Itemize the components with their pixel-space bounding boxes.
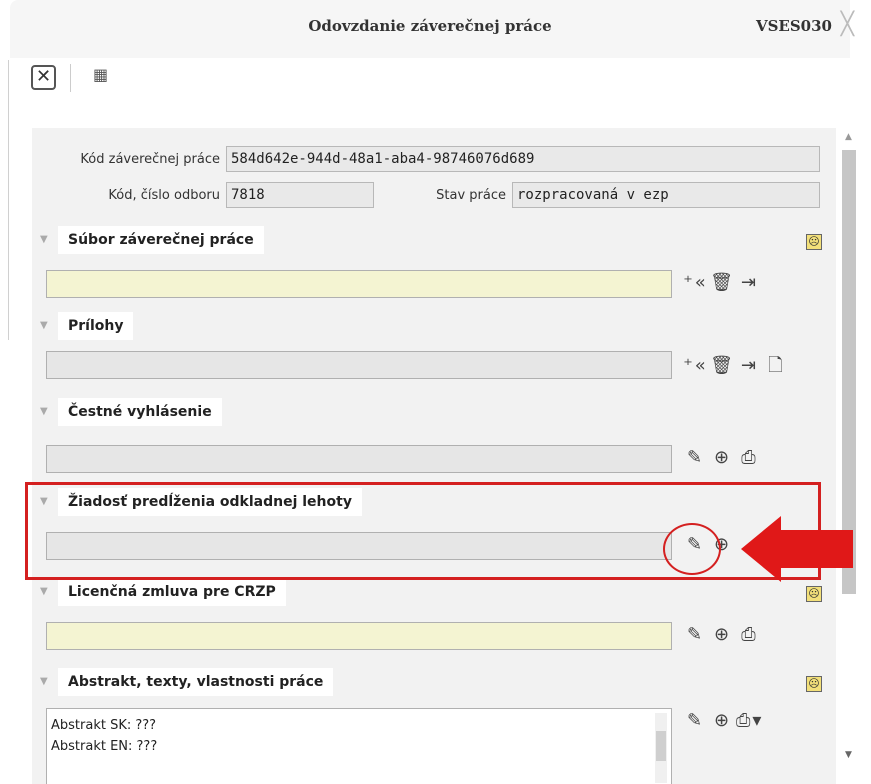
section-subor: ▼ Súbor záverečnej práce ☹ xyxy=(32,226,836,256)
kod-prace-label: Kód záverečnej práce xyxy=(80,152,220,167)
stav-prace-field[interactable]: rozpracovaná v ezp xyxy=(512,182,820,208)
toolbar-divider xyxy=(70,64,71,92)
section-title: Súbor záverečnej práce xyxy=(58,226,264,254)
window-titlebar: Odovzdanie záverečnej práce VSES030 ╳ xyxy=(10,0,854,59)
section-licencna: ▼ Licenčná zmluva pre CRZP ☹ xyxy=(32,578,836,608)
zoom-in-icon[interactable]: ⊕ xyxy=(709,710,736,731)
import-icon[interactable]: ⇥ xyxy=(736,355,763,376)
kod-prace-field[interactable]: 584d642e-944d-48a1-aba4-98746076d689 xyxy=(226,146,820,172)
collapse-arrow-icon[interactable]: ▼ xyxy=(40,234,48,245)
prilohy-actions: ⁺« 🗑 ⇥ 🗋 xyxy=(682,353,790,383)
window-code: VSES030 xyxy=(755,17,832,35)
section-cestne: ▼ Čestné vyhlásenie xyxy=(32,398,836,428)
section-title: Abstrakt, texty, vlastnosti práce xyxy=(58,668,334,696)
section-abstrakt: ▼ Abstrakt, texty, vlastnosti práce ☹ xyxy=(32,668,836,698)
scroll-up-icon[interactable]: ▲ xyxy=(845,132,852,142)
cestne-input[interactable] xyxy=(46,445,672,473)
panel-scrollbar[interactable]: ▲ ▼ xyxy=(840,128,858,784)
print-icon[interactable]: ⎙ xyxy=(736,447,763,468)
section-title: Čestné vyhlásenie xyxy=(58,398,222,426)
abstrakt-textarea[interactable]: Abstrakt SK: ??? Abstrakt EN: ??? xyxy=(46,708,672,784)
sad-face-icon: ☹ xyxy=(806,586,822,602)
textarea-scrollbar[interactable] xyxy=(655,713,667,783)
subor-input[interactable] xyxy=(46,270,672,298)
scroll-down-icon[interactable]: ▼ xyxy=(845,750,852,760)
licencna-input[interactable] xyxy=(46,622,672,650)
add-icon[interactable]: ⁺« xyxy=(682,272,709,293)
pencil-icon[interactable]: ✎ xyxy=(682,447,709,468)
kod-odboru-label: Kód, číslo odboru xyxy=(108,188,220,203)
stav-prace-label: Stav práce xyxy=(436,188,506,203)
pencil-icon[interactable]: ✎ xyxy=(682,624,709,645)
prilohy-input[interactable] xyxy=(46,351,672,379)
kod-odboru-field[interactable]: 7818 xyxy=(226,182,374,208)
zoom-in-icon[interactable]: ⊕ xyxy=(709,624,736,645)
toolbar: ✕ ▦ xyxy=(10,58,850,98)
add-icon[interactable]: ⁺« xyxy=(682,355,709,376)
print-icon[interactable]: ⎙ xyxy=(736,624,763,645)
window-close-icon[interactable]: ╳ xyxy=(841,12,854,37)
section-title: Licenčná zmluva pre CRZP xyxy=(58,578,286,606)
new-document-icon[interactable]: 🗋 xyxy=(763,353,790,383)
textarea-scroll-thumb[interactable] xyxy=(656,731,666,761)
collapse-arrow-icon[interactable]: ▼ xyxy=(40,586,48,597)
trash-icon[interactable]: 🗑 xyxy=(709,355,736,376)
collapse-arrow-icon[interactable]: ▼ xyxy=(40,320,48,331)
sad-face-icon: ☹ xyxy=(806,234,822,250)
left-border xyxy=(8,60,9,340)
abstrakt-actions: ✎ ⊕ ⎙▾ xyxy=(682,710,763,731)
pencil-icon[interactable]: ✎ xyxy=(682,710,709,731)
form-panel: Kód záverečnej práce 584d642e-944d-48a1-… xyxy=(32,128,836,784)
licencna-actions: ✎ ⊕ ⎙ xyxy=(682,624,763,645)
highlight-circle xyxy=(663,523,721,575)
close-button[interactable]: ✕ xyxy=(31,65,56,90)
print-dropdown-icon[interactable]: ⎙▾ xyxy=(736,710,763,731)
cestne-actions: ✎ ⊕ ⎙ xyxy=(682,447,763,468)
subor-actions: ⁺« 🗑 ⇥ xyxy=(682,272,763,293)
window-title: Odovzdanie záverečnej práce xyxy=(308,17,552,35)
section-title: Prílohy xyxy=(58,312,134,340)
collapse-arrow-icon[interactable]: ▼ xyxy=(40,406,48,417)
zoom-in-icon[interactable]: ⊕ xyxy=(709,447,736,468)
section-prilohy: ▼ Prílohy xyxy=(32,312,836,342)
structure-icon[interactable]: ▦ xyxy=(93,65,108,84)
import-icon[interactable]: ⇥ xyxy=(736,272,763,293)
abstract-line: Abstrakt SK: ??? xyxy=(51,718,157,733)
trash-icon[interactable]: 🗑 xyxy=(709,272,736,293)
collapse-arrow-icon[interactable]: ▼ xyxy=(40,676,48,687)
abstract-line: Abstrakt EN: ??? xyxy=(51,739,158,754)
pointer-arrow-icon xyxy=(741,516,853,582)
sad-face-icon: ☹ xyxy=(806,676,822,692)
